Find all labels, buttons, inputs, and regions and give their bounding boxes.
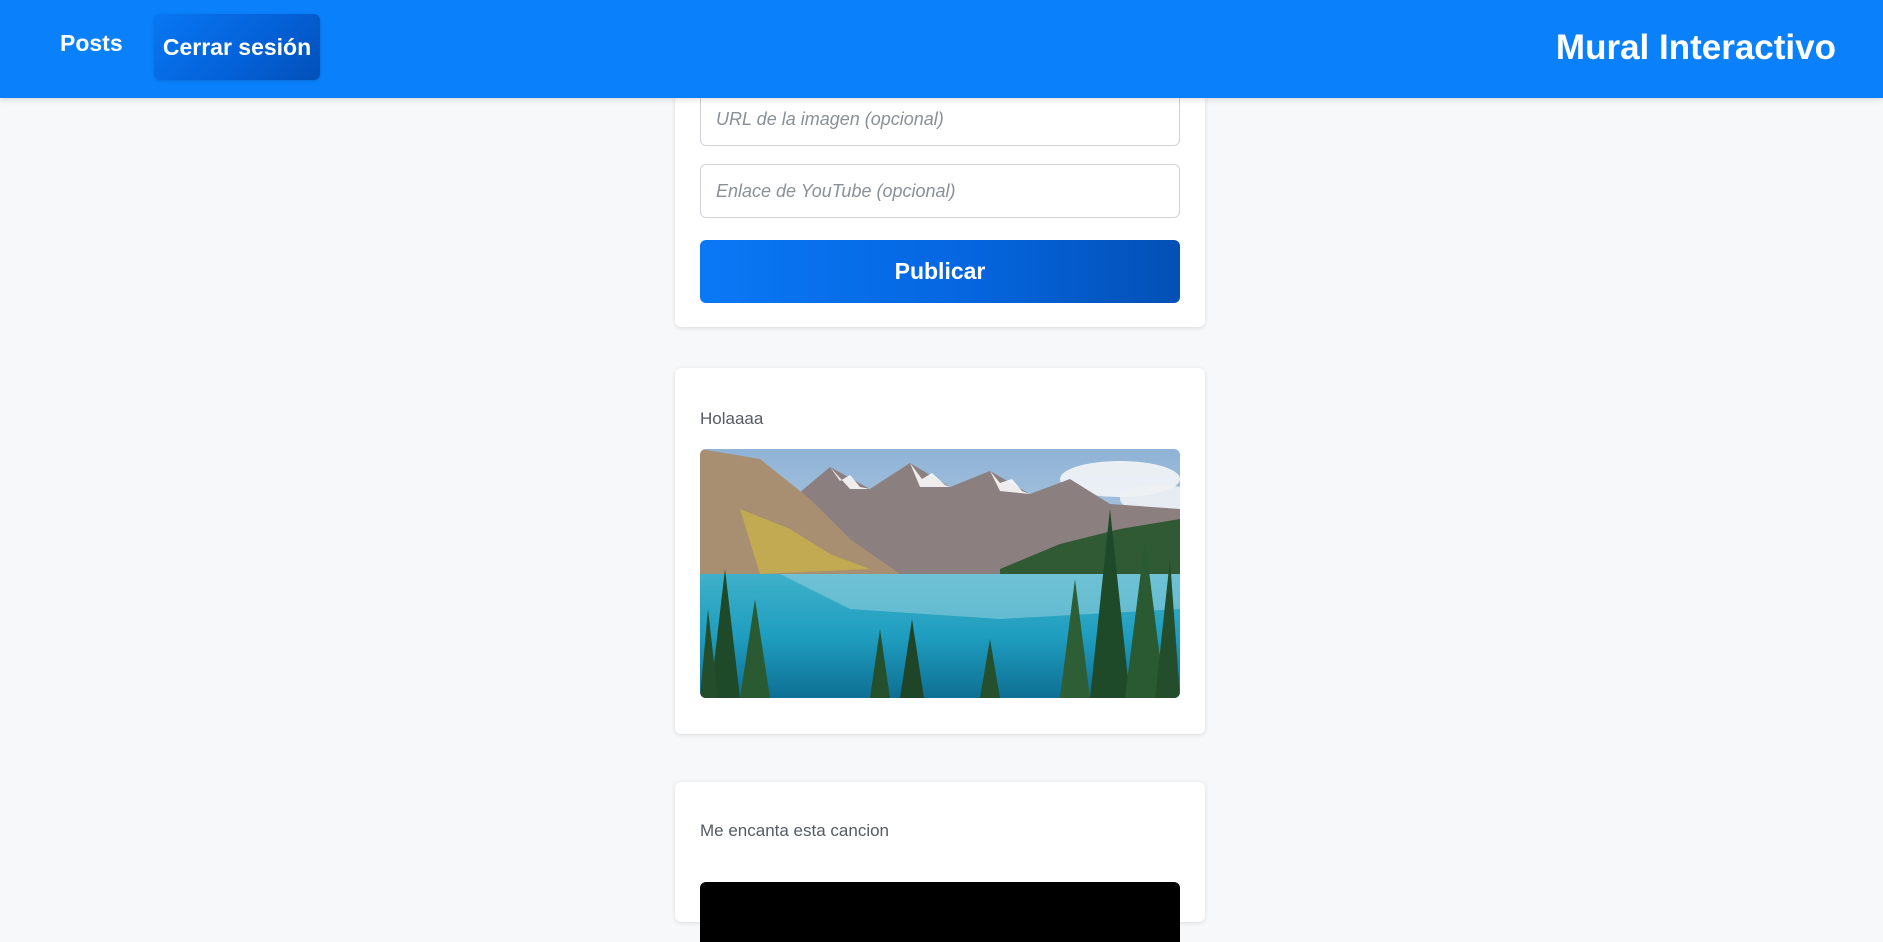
youtube-video-embed[interactable]	[700, 882, 1180, 942]
top-navbar: Posts Cerrar sesión Mural Interactivo	[0, 0, 1883, 98]
landscape-image-graphic	[700, 449, 1180, 698]
publish-button[interactable]: Publicar	[700, 240, 1180, 303]
post-card: Holaaaa	[675, 368, 1205, 734]
post-text: Holaaaa	[700, 409, 764, 428]
youtube-link-input[interactable]	[700, 164, 1180, 218]
image-url-input[interactable]	[700, 92, 1180, 146]
app-brand-title: Mural Interactivo	[1555, 28, 1836, 67]
logout-button[interactable]: Cerrar sesión	[154, 14, 320, 80]
post-image	[700, 449, 1180, 698]
post-card: Me encanta esta cancion	[675, 782, 1205, 942]
nav-link-posts[interactable]: Posts	[60, 30, 123, 57]
new-post-form: Publicar	[675, 60, 1205, 327]
post-text: Me encanta esta cancion	[700, 821, 890, 840]
